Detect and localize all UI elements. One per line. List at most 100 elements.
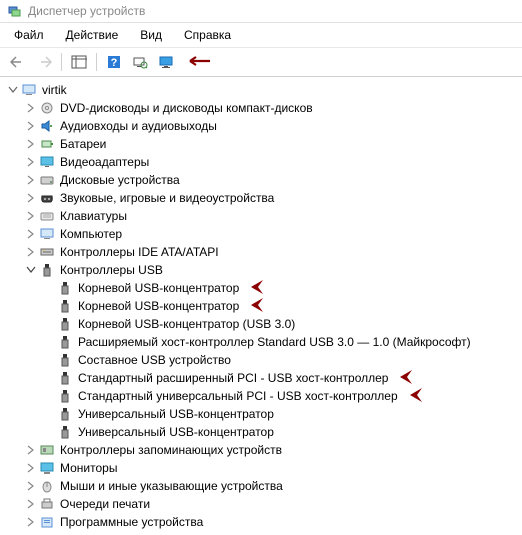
monitor-button[interactable] xyxy=(154,51,178,73)
tree-item-label: Дисковые устройства xyxy=(58,173,182,187)
menu-view[interactable]: Вид xyxy=(130,25,172,45)
back-button[interactable] xyxy=(6,51,30,73)
tree-category-row[interactable]: Мониторы xyxy=(24,459,520,477)
tree-category-row[interactable]: Контроллеры IDE ATA/ATAPI xyxy=(24,243,520,261)
computer-icon xyxy=(38,226,56,242)
tree-category-row[interactable]: Очереди печати xyxy=(24,495,520,513)
tree-item-label: Расширяемый хост-контроллер Standard USB… xyxy=(76,335,473,349)
scan-hardware-button[interactable] xyxy=(128,51,152,73)
tree-device-row[interactable]: Стандартный расширенный PCI - USB хост-к… xyxy=(42,369,520,387)
device-tree[interactable]: virtik DVD-дисководы и дисководы компакт… xyxy=(0,77,522,535)
help-button[interactable]: ? xyxy=(102,51,126,73)
menubar: Файл Действие Вид Справка xyxy=(0,23,522,48)
tree-category-row[interactable]: Дисковые устройства xyxy=(24,171,520,189)
expander-closed-icon[interactable] xyxy=(24,227,38,241)
expander-closed-icon[interactable] xyxy=(24,119,38,133)
tree-item-label: Компьютер xyxy=(58,227,124,241)
tree-device-row[interactable]: Стандартный универсальный PCI - USB хост… xyxy=(42,387,520,405)
keyboard-icon xyxy=(38,208,56,224)
usb-device-icon xyxy=(56,424,74,440)
monitor-icon xyxy=(38,460,56,476)
show-hide-tree-button[interactable] xyxy=(67,51,91,73)
tree-device-row[interactable]: Универсальный USB-концентратор xyxy=(42,405,520,423)
usb-device-icon xyxy=(56,334,74,350)
usb-device-icon xyxy=(56,298,74,314)
printq-icon xyxy=(38,496,56,512)
expander-closed-icon[interactable] xyxy=(24,443,38,457)
app-icon xyxy=(8,4,22,18)
tree-item-label: Корневой USB-концентратор (USB 3.0) xyxy=(76,317,297,331)
tree-device-row[interactable]: Корневой USB-концентратор xyxy=(42,297,520,315)
tree-device-row[interactable]: Составное USB устройство xyxy=(42,351,520,369)
program-icon xyxy=(38,514,56,530)
annotation-arrow-toolbar xyxy=(188,54,216,71)
usb-device-icon xyxy=(56,370,74,386)
audio-icon xyxy=(38,118,56,134)
tree-device-row[interactable]: Корневой USB-концентратор xyxy=(42,279,520,297)
tree-category-row[interactable]: Программные устройства xyxy=(24,513,520,531)
tree-item-label: Клавиатуры xyxy=(58,209,129,223)
tree-category-row[interactable]: Звуковые, игровые и видеоустройства xyxy=(24,189,520,207)
expander-closed-icon[interactable] xyxy=(24,479,38,493)
toolbar-separator xyxy=(96,53,97,71)
tree-item-label: Мониторы xyxy=(58,461,119,475)
storage-icon xyxy=(38,442,56,458)
ide-icon xyxy=(38,244,56,260)
usb-device-icon xyxy=(56,388,74,404)
mouse-icon xyxy=(38,478,56,494)
display-icon xyxy=(38,154,56,170)
expander-closed-icon[interactable] xyxy=(24,101,38,115)
tree-device-row[interactable]: Корневой USB-концентратор (USB 3.0) xyxy=(42,315,520,333)
window-titlebar: Диспетчер устройств xyxy=(0,0,522,23)
tree-item-label: DVD-дисководы и дисководы компакт-дисков xyxy=(58,101,315,115)
tree-category-row[interactable]: Мыши и иные указывающие устройства xyxy=(24,477,520,495)
tree-category-row[interactable]: Батареи xyxy=(24,135,520,153)
expander-closed-icon[interactable] xyxy=(24,191,38,205)
battery-icon xyxy=(38,136,56,152)
expander-closed-icon[interactable] xyxy=(24,155,38,169)
expander-closed-icon[interactable] xyxy=(24,461,38,475)
expander-closed-icon[interactable] xyxy=(24,137,38,151)
tree-item-label: Универсальный USB-концентратор xyxy=(76,425,276,439)
tree-item-label: Контроллеры запоминающих устройств xyxy=(58,443,284,457)
disk-icon xyxy=(38,172,56,188)
expander-closed-icon[interactable] xyxy=(24,497,38,511)
tree-category-row[interactable]: Контроллеры USB xyxy=(24,261,520,279)
expander-closed-icon[interactable] xyxy=(24,245,38,259)
menu-help[interactable]: Справка xyxy=(174,25,241,45)
expander-icon[interactable] xyxy=(6,83,20,97)
tree-root-row[interactable]: virtik xyxy=(6,81,520,99)
tree-item-label: Батареи xyxy=(58,137,108,151)
tree-item-label: Аудиовходы и аудиовыходы xyxy=(58,119,219,133)
tree-category-row[interactable]: Аудиовходы и аудиовыходы xyxy=(24,117,520,135)
toolbar: ? xyxy=(0,48,522,77)
tree-item-label: Стандартный универсальный PCI - USB хост… xyxy=(76,389,400,403)
usb-device-icon xyxy=(56,316,74,332)
tree-item-label: Универсальный USB-концентратор xyxy=(76,407,276,421)
tree-item-label: Видеоадаптеры xyxy=(58,155,151,169)
menu-action[interactable]: Действие xyxy=(56,25,129,45)
expander-closed-icon[interactable] xyxy=(24,209,38,223)
toolbar-separator xyxy=(61,53,62,71)
tree-category-row[interactable]: DVD-дисководы и дисководы компакт-дисков xyxy=(24,99,520,117)
forward-button[interactable] xyxy=(32,51,56,73)
computer-icon xyxy=(20,82,38,98)
expander-closed-icon[interactable] xyxy=(24,173,38,187)
tree-item-label: Мыши и иные указывающие устройства xyxy=(58,479,285,493)
tree-category-row[interactable]: Контроллеры запоминающих устройств xyxy=(24,441,520,459)
annotation-arrow xyxy=(247,296,265,317)
window-title: Диспетчер устройств xyxy=(28,4,145,18)
tree-item-label: Корневой USB-концентратор xyxy=(76,299,241,313)
menu-file[interactable]: Файл xyxy=(4,25,54,45)
tree-item-label: Контроллеры USB xyxy=(58,263,165,277)
tree-category-row[interactable]: Клавиатуры xyxy=(24,207,520,225)
svg-text:?: ? xyxy=(111,57,118,69)
tree-category-row[interactable]: Компьютер xyxy=(24,225,520,243)
expander-open-icon[interactable] xyxy=(24,263,38,277)
tree-device-row[interactable]: Расширяемый хост-контроллер Standard USB… xyxy=(42,333,520,351)
usb-device-icon xyxy=(56,406,74,422)
tree-device-row[interactable]: Универсальный USB-концентратор xyxy=(42,423,520,441)
tree-category-row[interactable]: Видеоадаптеры xyxy=(24,153,520,171)
tree-item-label: Программные устройства xyxy=(58,515,205,529)
expander-closed-icon[interactable] xyxy=(24,515,38,529)
